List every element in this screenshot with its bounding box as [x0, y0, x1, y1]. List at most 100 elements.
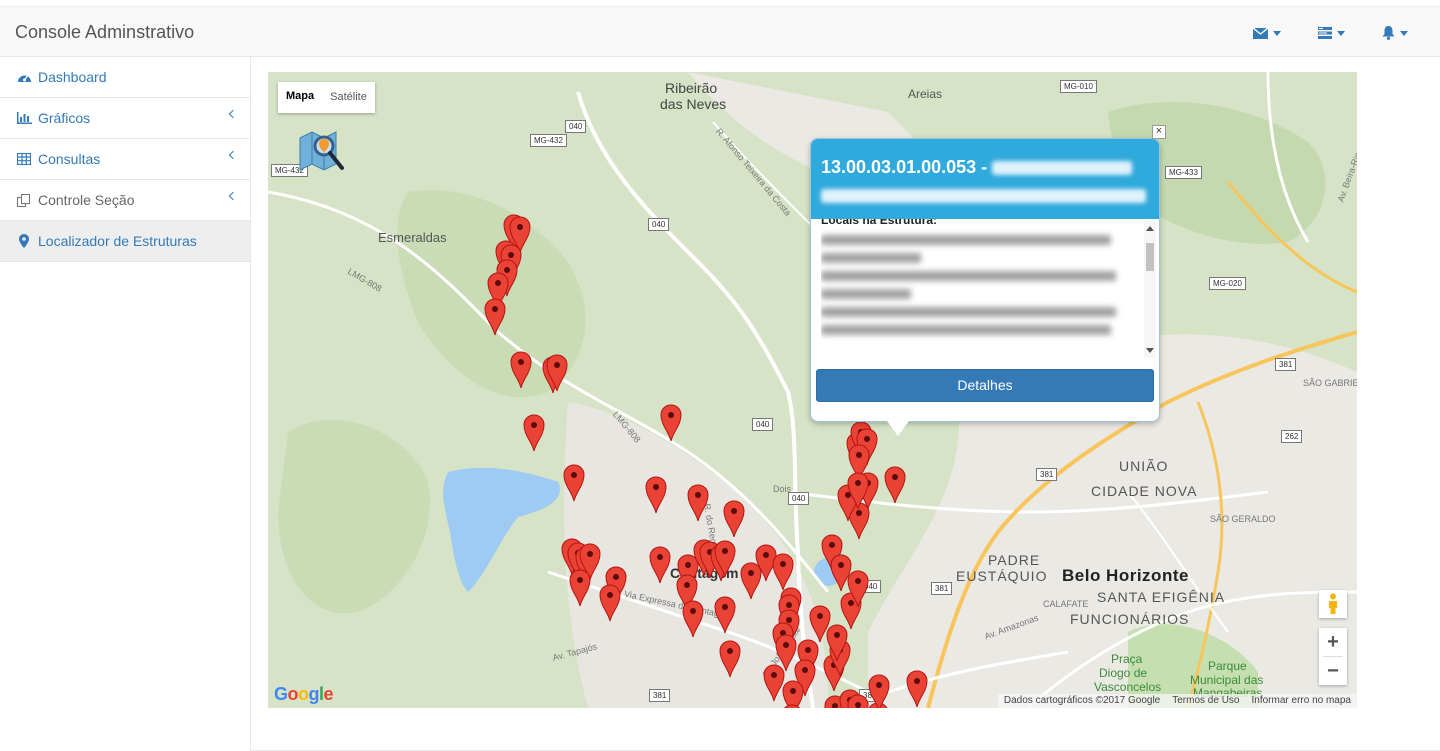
info-window-section-label: Locais na Estrutura:	[821, 219, 938, 227]
map-label-areias: Areias	[908, 87, 943, 101]
map-label-praca-2: Diogo de	[1099, 666, 1148, 680]
map-type-control: Mapa Satélite	[278, 82, 375, 113]
sidebar-item-label: Localizador de Estruturas	[38, 233, 197, 249]
info-window-body: Locais na Estrutura:	[821, 219, 1149, 359]
map-marker[interactable]	[682, 600, 704, 638]
road-shield: 040	[752, 418, 774, 431]
info-window-scrollbar[interactable]	[1144, 221, 1156, 358]
map-marker[interactable]	[847, 570, 869, 608]
map-marker[interactable]	[781, 704, 803, 708]
road-shield: MG-432	[530, 134, 567, 147]
copy-icon	[16, 193, 32, 207]
road-shield: 381	[1275, 358, 1297, 371]
zoom-in-button[interactable]: +	[1319, 628, 1347, 656]
scroll-down-icon[interactable]	[1146, 348, 1154, 353]
redacted-row	[821, 253, 921, 263]
redacted-row	[821, 325, 1111, 335]
map-marker[interactable]	[569, 569, 591, 607]
road-shield: 040	[648, 218, 670, 231]
map-marker[interactable]	[546, 354, 568, 392]
tasks-icon	[1318, 27, 1332, 39]
map-marker[interactable]	[772, 553, 794, 591]
info-window-title: 13.00.03.01.00.053 -	[821, 153, 1149, 181]
map-label-sao-geraldo: SÃO GERALDO	[1210, 514, 1276, 524]
scroll-up-icon[interactable]	[1146, 226, 1154, 231]
road-shield: MG-020	[1209, 277, 1246, 290]
sidebar: Dashboard Gráficos Consultas Controle Se…	[0, 57, 251, 751]
map-attribution: Dados cartográficos ©2017 Google Termos …	[997, 694, 1357, 708]
sidebar-item-graficos[interactable]: Gráficos	[0, 98, 250, 139]
sidebar-item-label: Consultas	[38, 151, 101, 167]
map-type-map-button[interactable]: Mapa	[278, 82, 322, 113]
caret-down-icon	[1273, 30, 1281, 36]
map-marker[interactable]	[723, 500, 745, 538]
google-logo[interactable]: Google	[274, 684, 334, 705]
map-marker[interactable]	[847, 694, 869, 708]
app-title[interactable]: Console Adminstrativo	[15, 22, 194, 43]
sidebar-item-label: Gráficos	[38, 110, 91, 126]
road-shield: MG-433	[1165, 166, 1202, 179]
map-label-parque-2: Municipal das	[1190, 673, 1264, 687]
map-label-eustaquio: EUSTÁQUIO	[956, 568, 1048, 584]
road-shield: 262	[1281, 430, 1303, 443]
map-marker[interactable]	[599, 584, 621, 622]
redacted-text	[821, 189, 1146, 204]
info-window-close-button[interactable]: ×	[1152, 125, 1166, 139]
sidebar-item-localizador[interactable]: Localizador de Estruturas	[0, 221, 250, 262]
info-window: 13.00.03.01.00.053 - × Locais na Estrutu…	[810, 125, 1166, 436]
caret-down-icon	[1400, 30, 1408, 36]
alerts-dropdown[interactable]	[1382, 25, 1408, 41]
zoom-control: + −	[1319, 628, 1347, 685]
details-button[interactable]: Detalhes	[816, 369, 1154, 402]
map-marker[interactable]	[847, 472, 869, 510]
locator-control[interactable]	[298, 124, 348, 174]
redacted-row	[821, 271, 1116, 281]
sidebar-item-dashboard[interactable]: Dashboard	[0, 57, 250, 98]
map-label-santa-efigenia: SANTA EFIGÊNIA	[1097, 589, 1226, 605]
map-marker[interactable]	[563, 464, 585, 502]
map-marker[interactable]	[714, 596, 736, 634]
report-error-link[interactable]: Informar erro no mapa	[1252, 694, 1352, 708]
tasks-dropdown[interactable]	[1318, 25, 1345, 41]
bar-chart-icon	[16, 111, 32, 125]
map-canvas[interactable]: Ribeirão das Neves Areias Esmeraldas Con…	[268, 72, 1357, 708]
map-marker[interactable]	[510, 351, 532, 389]
scroll-thumb[interactable]	[1146, 243, 1154, 271]
map-marker[interactable]	[660, 404, 682, 442]
map-marker-icon	[16, 234, 32, 248]
map-marker[interactable]	[649, 546, 671, 584]
redacted-row	[821, 235, 1111, 245]
street-view-pegman[interactable]	[1319, 590, 1347, 618]
chevron-left-icon	[228, 191, 238, 201]
map-label-praca-3: Vasconcelos	[1094, 680, 1162, 694]
terms-link[interactable]: Termos de Uso	[1172, 694, 1239, 708]
map-marker[interactable]	[868, 674, 890, 708]
map-marker[interactable]	[523, 414, 545, 452]
map-marker[interactable]	[740, 562, 762, 600]
map-type-satellite-button[interactable]: Satélite	[322, 82, 375, 113]
road-shield: 381	[649, 689, 671, 702]
envelope-icon	[1253, 27, 1268, 39]
sidebar-item-controle-secao[interactable]: Controle Seção	[0, 180, 250, 221]
sidebar-item-consultas[interactable]: Consultas	[0, 139, 250, 180]
map-label-calafate: CALAFATE	[1043, 599, 1089, 609]
map-marker[interactable]	[884, 466, 906, 504]
map-marker[interactable]	[714, 540, 736, 578]
map-label-das-neves: das Neves	[660, 96, 727, 112]
sidebar-item-label: Dashboard	[38, 69, 107, 85]
map-marker[interactable]	[484, 298, 506, 336]
map-label-cidade-nova: CIDADE NOVA	[1091, 483, 1198, 499]
road-shield: 381	[931, 582, 953, 595]
map-marker[interactable]	[687, 484, 709, 522]
map-data-credit: Dados cartográficos ©2017 Google	[1003, 695, 1161, 706]
messages-dropdown[interactable]	[1253, 25, 1281, 41]
top-navbar: Console Adminstrativo	[0, 6, 1440, 57]
map-search-icon	[299, 131, 344, 171]
map-marker[interactable]	[906, 670, 928, 708]
caret-down-icon	[1337, 30, 1345, 36]
redacted-row	[821, 289, 911, 299]
pegman-icon	[1329, 593, 1337, 614]
zoom-out-button[interactable]: −	[1319, 657, 1347, 685]
map-marker[interactable]	[645, 476, 667, 514]
map-marker[interactable]	[719, 640, 741, 678]
